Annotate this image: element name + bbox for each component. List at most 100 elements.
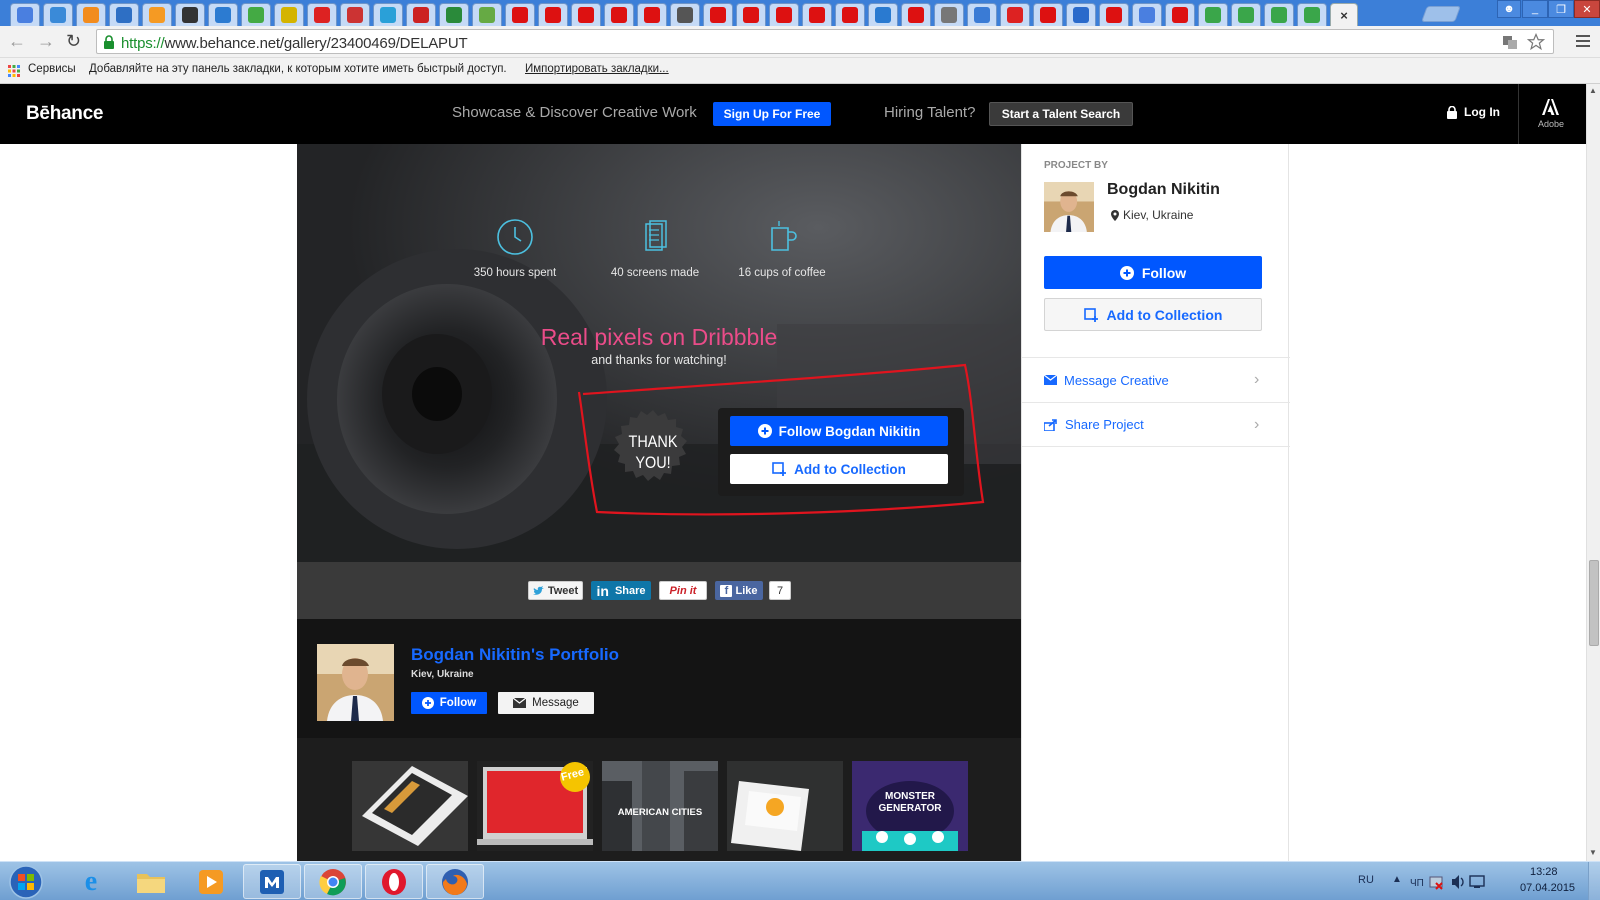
portfolio-title[interactable]: Bogdan Nikitin's Portfolio: [411, 645, 619, 665]
portfolio-thumb-3[interactable]: AMERICAN CITIES: [602, 761, 718, 851]
restore-button[interactable]: ❐: [1548, 0, 1574, 18]
behance-logo[interactable]: Bēhance: [26, 103, 103, 125]
browser-tab-36[interactable]: [1165, 3, 1195, 26]
owner-message-button[interactable]: Message: [498, 692, 594, 714]
portfolio-thumb-4[interactable]: [727, 761, 843, 851]
browser-tab-4[interactable]: [109, 3, 139, 26]
browser-tab-12[interactable]: [373, 3, 403, 26]
creator-avatar[interactable]: [1044, 182, 1094, 232]
share-project-link[interactable]: Share Project ›: [1022, 402, 1290, 447]
owner-follow-button[interactable]: Follow: [411, 692, 487, 714]
tray-expand-icon[interactable]: ▲: [1392, 874, 1402, 885]
owner-avatar[interactable]: [317, 644, 394, 721]
active-tab-close-button[interactable]: ×: [1330, 3, 1358, 26]
sidebar-add-collection-button[interactable]: Add to Collection: [1044, 298, 1262, 331]
scroll-up-arrow-icon[interactable]: ▲: [1589, 86, 1597, 95]
translate-icon[interactable]: [1502, 34, 1518, 50]
browser-tab-14[interactable]: [439, 3, 469, 26]
reload-icon[interactable]: ↻: [66, 32, 81, 50]
portfolio-thumb-5[interactable]: MONSTER GENERATOR: [852, 761, 968, 851]
taskbar-chrome[interactable]: [304, 864, 362, 899]
browser-tab-24[interactable]: [769, 3, 799, 26]
browser-tab-39[interactable]: [1264, 3, 1294, 26]
browser-tab-27[interactable]: [868, 3, 898, 26]
linkedin-share-button[interactable]: in Share: [591, 581, 651, 600]
close-window-button[interactable]: ✕: [1574, 0, 1600, 18]
browser-tab-37[interactable]: [1198, 3, 1228, 26]
new-tab-button[interactable]: [1421, 6, 1461, 22]
page-scrollbar[interactable]: ▲ ▼: [1586, 84, 1600, 861]
browser-tab-30[interactable]: [967, 3, 997, 26]
star-icon[interactable]: [1527, 33, 1545, 51]
browser-tab-34[interactable]: [1099, 3, 1129, 26]
taskbar-ie[interactable]: e: [62, 864, 120, 899]
apps-grid-icon[interactable]: [8, 65, 20, 77]
browser-tab-7[interactable]: [208, 3, 238, 26]
browser-tab-35[interactable]: [1132, 3, 1162, 26]
bookmarks-bar: Сервисы Добавляйте на эту панель закладк…: [0, 58, 1600, 84]
browser-tab-6[interactable]: [175, 3, 205, 26]
user-icon[interactable]: ☻: [1497, 0, 1521, 18]
browser-tab-22[interactable]: [703, 3, 733, 26]
taskbar-firefox[interactable]: [426, 864, 484, 899]
taskbar-opera[interactable]: [365, 864, 423, 899]
scroll-down-arrow-icon[interactable]: ▼: [1589, 848, 1597, 857]
browser-tab-29[interactable]: [934, 3, 964, 26]
browser-tab-10[interactable]: [307, 3, 337, 26]
browser-tab-18[interactable]: [571, 3, 601, 26]
browser-tab-1[interactable]: [10, 3, 40, 26]
portfolio-thumb-1[interactable]: [352, 761, 468, 851]
signup-button[interactable]: Sign Up For Free: [713, 102, 831, 126]
browser-tab-21[interactable]: [670, 3, 700, 26]
browser-tab-9[interactable]: [274, 3, 304, 26]
forward-icon[interactable]: →: [37, 32, 55, 50]
browser-tab-33[interactable]: [1066, 3, 1096, 26]
talent-search-button[interactable]: Start a Talent Search: [989, 102, 1133, 126]
tweet-button[interactable]: Tweet: [528, 581, 583, 600]
browser-tab-23[interactable]: [736, 3, 766, 26]
browser-tab-15[interactable]: [472, 3, 502, 26]
browser-tab-38[interactable]: [1231, 3, 1261, 26]
minimize-button[interactable]: _: [1522, 0, 1548, 18]
message-creative-link[interactable]: Message Creative ›: [1022, 357, 1290, 402]
browser-tab-2[interactable]: [43, 3, 73, 26]
browser-tab-11[interactable]: [340, 3, 370, 26]
taskbar-explorer[interactable]: [122, 864, 180, 899]
browser-tab-17[interactable]: [538, 3, 568, 26]
back-icon[interactable]: ←: [8, 32, 26, 50]
browser-tab-20[interactable]: [637, 3, 667, 26]
adobe-logo-icon[interactable]: [1542, 99, 1559, 115]
import-bookmarks-link[interactable]: Импортировать закладки...: [525, 63, 669, 75]
address-bar[interactable]: https://www.behance.net/gallery/23400469…: [96, 29, 1554, 54]
apps-link[interactable]: Сервисы: [28, 63, 76, 75]
pinterest-button[interactable]: Pin it: [659, 581, 707, 600]
facebook-like-button[interactable]: f Like: [715, 581, 763, 600]
browser-tab-32[interactable]: [1033, 3, 1063, 26]
clock-time[interactable]: 13:28: [1530, 866, 1558, 878]
login-link[interactable]: Log In: [1447, 105, 1500, 119]
start-button[interactable]: [8, 865, 44, 899]
creator-name[interactable]: Bogdan Nikitin: [1107, 181, 1220, 199]
linkedin-icon: in: [596, 582, 609, 599]
browser-tab-28[interactable]: [901, 3, 931, 26]
keyboard-language[interactable]: RU: [1358, 874, 1374, 886]
sidebar-follow-button[interactable]: Follow: [1044, 256, 1262, 289]
taskbar-media-player[interactable]: [182, 864, 240, 899]
browser-tab-3[interactable]: [76, 3, 106, 26]
show-desktop-button[interactable]: [1588, 862, 1600, 900]
browser-tab-5[interactable]: [142, 3, 172, 26]
browser-tab-40[interactable]: [1297, 3, 1327, 26]
browser-tab-25[interactable]: [802, 3, 832, 26]
browser-tab-19[interactable]: [604, 3, 634, 26]
portfolio-thumb-2[interactable]: Free: [477, 761, 593, 851]
system-tray-icons[interactable]: ЧП: [1410, 874, 1490, 890]
browser-tab-26[interactable]: [835, 3, 865, 26]
browser-tab-13[interactable]: [406, 3, 436, 26]
clock-date[interactable]: 07.04.2015: [1520, 882, 1575, 894]
menu-icon[interactable]: [1576, 34, 1590, 48]
taskbar-maxthon[interactable]: [243, 864, 301, 899]
browser-tab-8[interactable]: [241, 3, 271, 26]
scroll-thumb[interactable]: [1589, 560, 1599, 646]
browser-tab-31[interactable]: [1000, 3, 1030, 26]
browser-tab-16[interactable]: [505, 3, 535, 26]
